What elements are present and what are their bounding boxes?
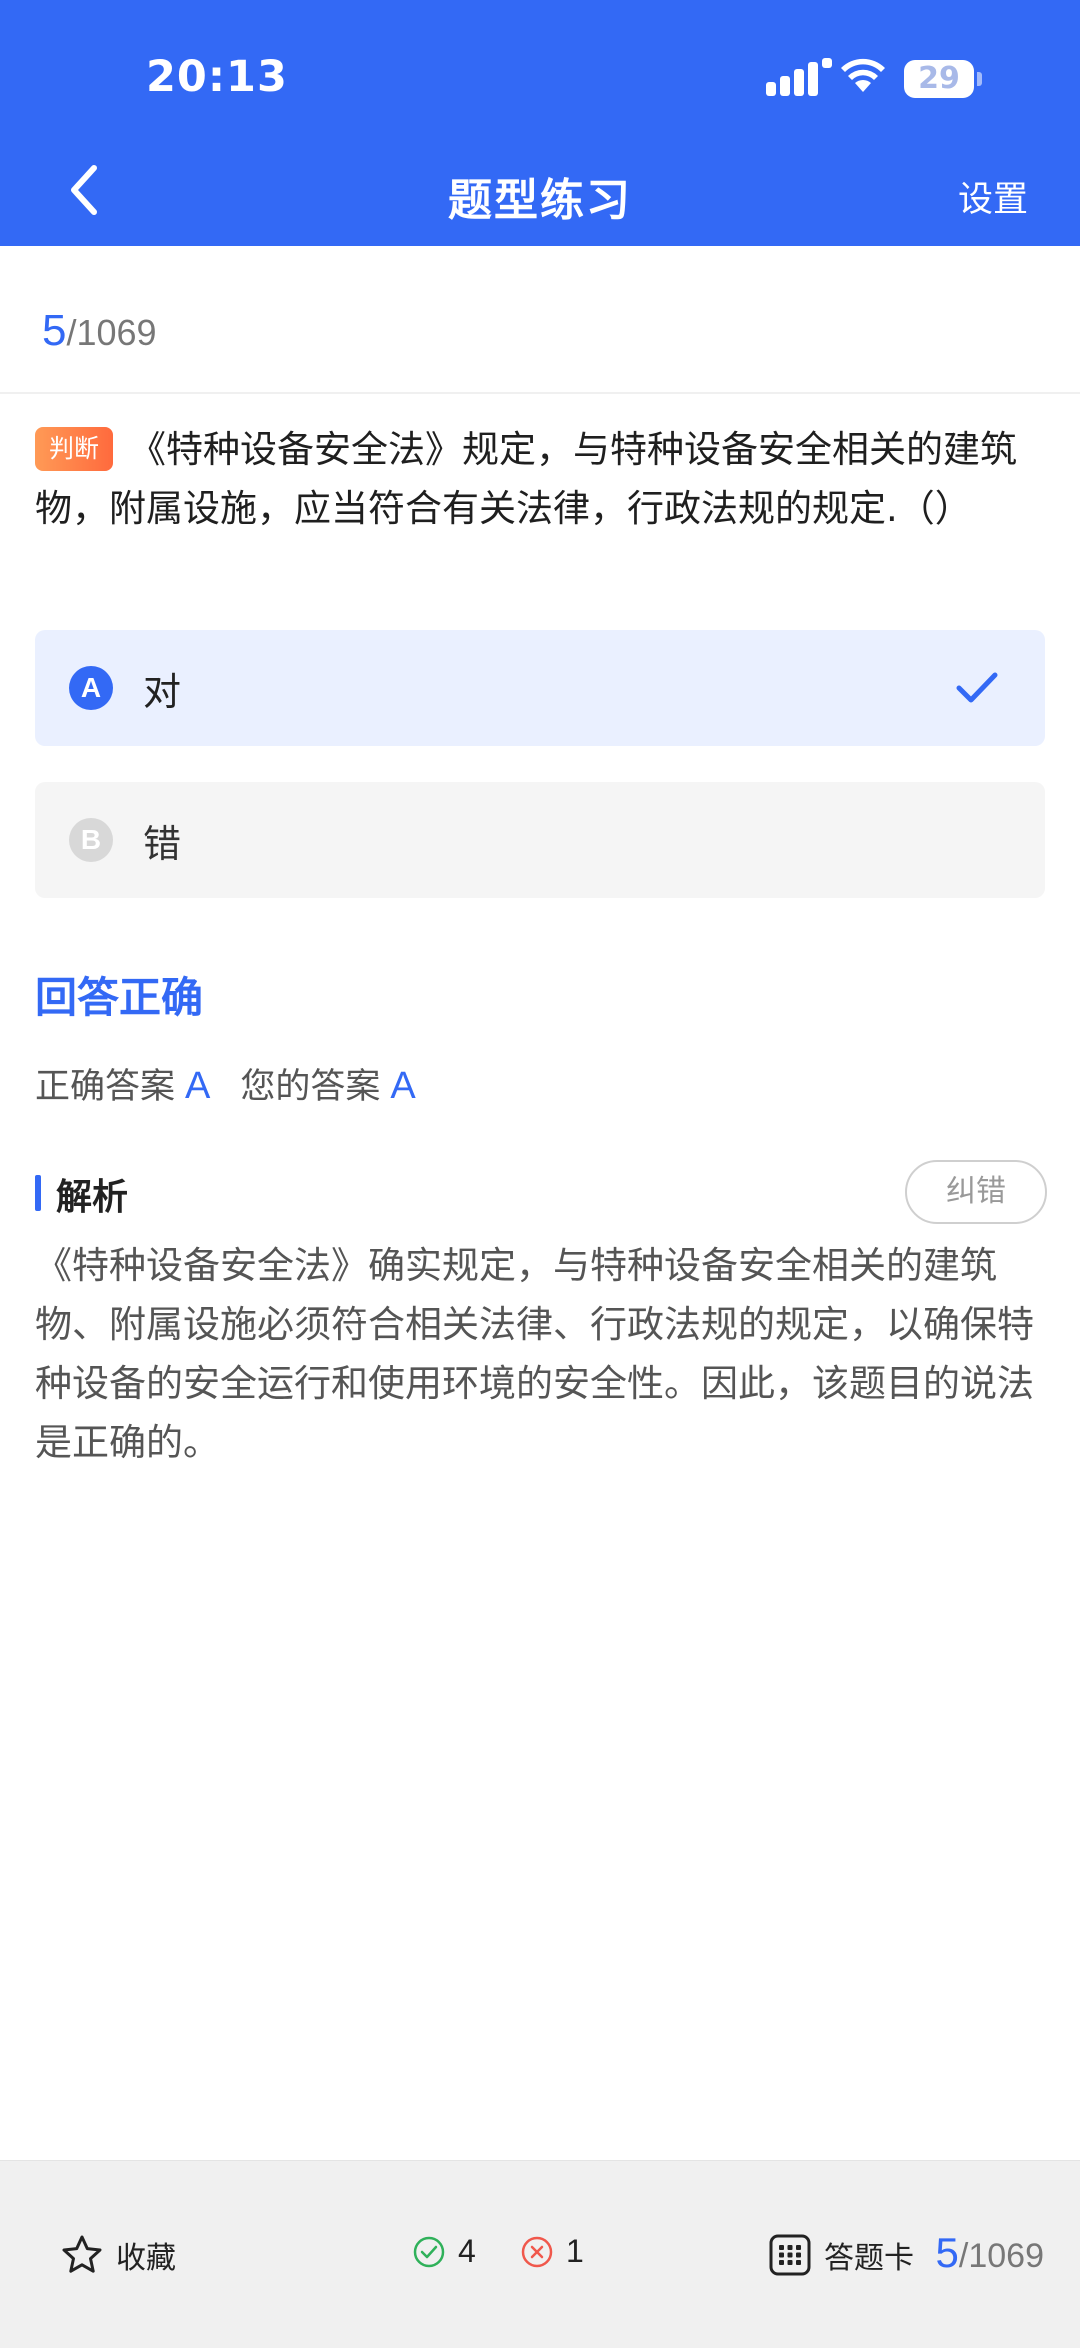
page-title: 题型练习 <box>448 175 632 226</box>
wrong-count[interactable]: 1 <box>520 2233 584 2270</box>
battery-indicator: 29 <box>904 60 974 98</box>
cellular-signal-icon <box>766 58 832 96</box>
correct-count-value: 4 <box>458 2233 476 2269</box>
report-error-button[interactable]: 纠错 <box>905 1160 1047 1224</box>
option-b[interactable]: B 错 <box>35 782 1045 898</box>
check-icon <box>956 672 998 703</box>
correct-count[interactable]: 4 <box>412 2233 476 2270</box>
option-letter: B <box>69 818 113 862</box>
option-letter: A <box>69 666 113 710</box>
wifi-icon <box>841 58 885 92</box>
star-icon <box>62 2235 102 2273</box>
bottom-toolbar: 收藏 4 1 答题卡 5/1069 <box>0 2160 1080 2348</box>
analysis-text: 《特种设备安全法》确实规定，与特种设备安全相关的建筑物、附属设施必须符合相关法律… <box>35 1244 1034 1464</box>
bottom-progress-total: /1069 <box>958 2237 1044 2275</box>
your-answer-value: A <box>390 1065 416 1107</box>
answer-card-button[interactable]: 答题卡 <box>768 2233 914 2277</box>
analysis-title: 解析 <box>56 1177 129 1218</box>
answer-summary: 正确答案 A 您的答案 A <box>35 1058 416 1109</box>
question-progress: 5/1069 <box>42 306 157 356</box>
your-answer-label: 您的答案 <box>240 1067 381 1107</box>
favorite-button[interactable]: 收藏 <box>60 2233 176 2277</box>
bottom-progress-current: 5 <box>935 2229 959 2276</box>
analysis-accent-bar <box>35 1175 41 1211</box>
option-text: 错 <box>143 821 182 866</box>
x-circle-icon <box>521 2236 553 2267</box>
option-a[interactable]: A 对 <box>35 630 1045 746</box>
question-type-badge: 判断 <box>35 427 114 471</box>
wrong-count-value: 1 <box>566 2233 584 2269</box>
battery-tip <box>977 72 982 86</box>
status-time: 20:13 <box>146 52 288 102</box>
app-header: 20:13 29 题型练习 设置 <box>0 0 1080 246</box>
correct-answer-label: 正确答案 <box>35 1067 176 1107</box>
option-text: 对 <box>143 669 182 714</box>
progress-total: /1069 <box>66 312 157 353</box>
check-circle-icon <box>413 2236 445 2267</box>
grid-icon <box>769 2234 811 2276</box>
progress-current: 5 <box>42 306 67 355</box>
question-text: 《特种设备安全法》规定，与特种设备安全相关的建筑物，附属设施，应当符合有关法律，… <box>35 428 1018 530</box>
result-title: 回答正确 <box>35 973 204 1022</box>
question-stem: 判断 《特种设备安全法》规定，与特种设备安全相关的建筑物，附属设施，应当符合有关法… <box>35 420 1045 538</box>
favorite-label: 收藏 <box>116 2241 176 2276</box>
answer-card-label: 答题卡 <box>824 2241 914 2276</box>
correct-answer-value: A <box>185 1065 211 1107</box>
settings-button[interactable]: 设置 <box>958 171 1028 222</box>
divider <box>0 392 1080 394</box>
bottom-progress: 5/1069 <box>936 2229 1044 2277</box>
